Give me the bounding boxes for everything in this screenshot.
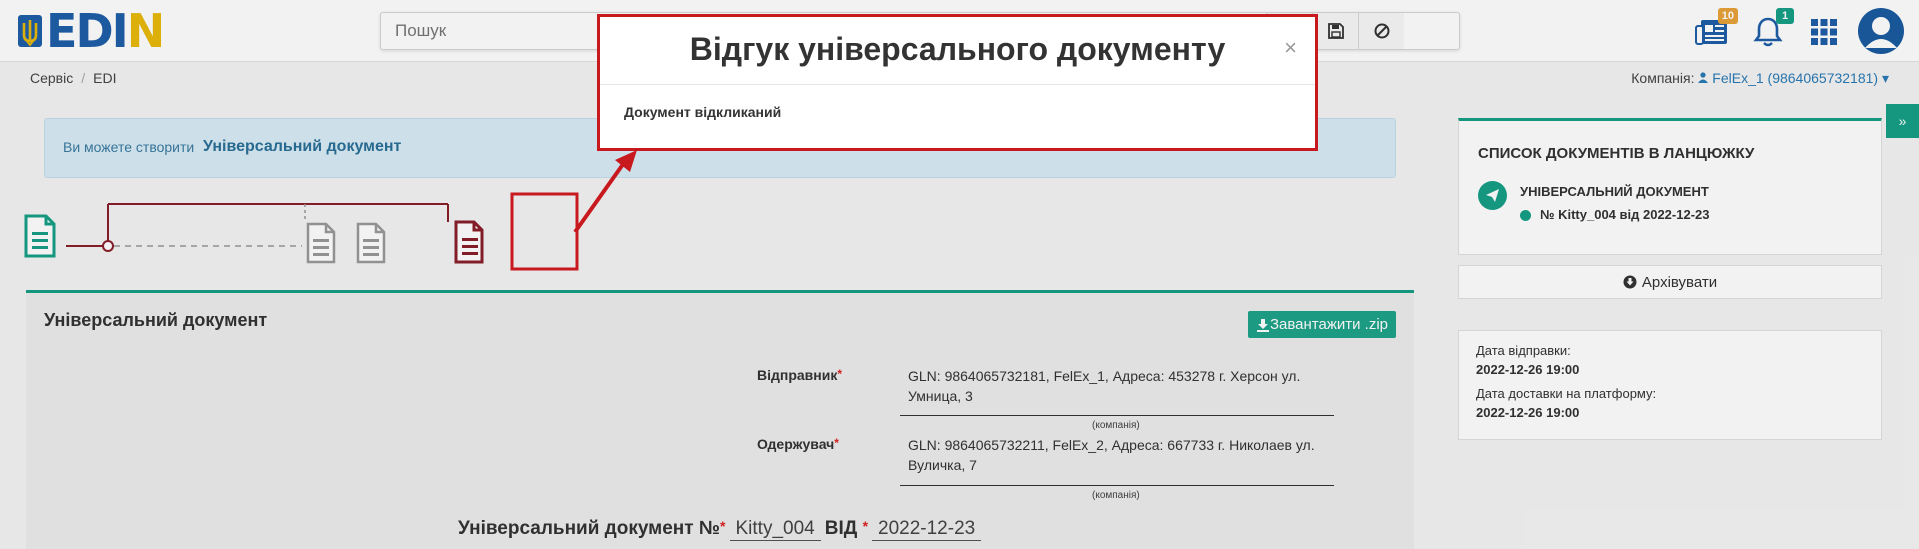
revoke-document-modal: Відгук універсального документу × Докуме… <box>597 14 1318 151</box>
modal-header: Відгук універсального документу × <box>600 17 1315 85</box>
modal-close-button[interactable]: × <box>1284 37 1297 59</box>
modal-body-text: Документ відкликаний <box>624 104 782 120</box>
modal-title: Відгук універсального документу <box>689 31 1226 67</box>
